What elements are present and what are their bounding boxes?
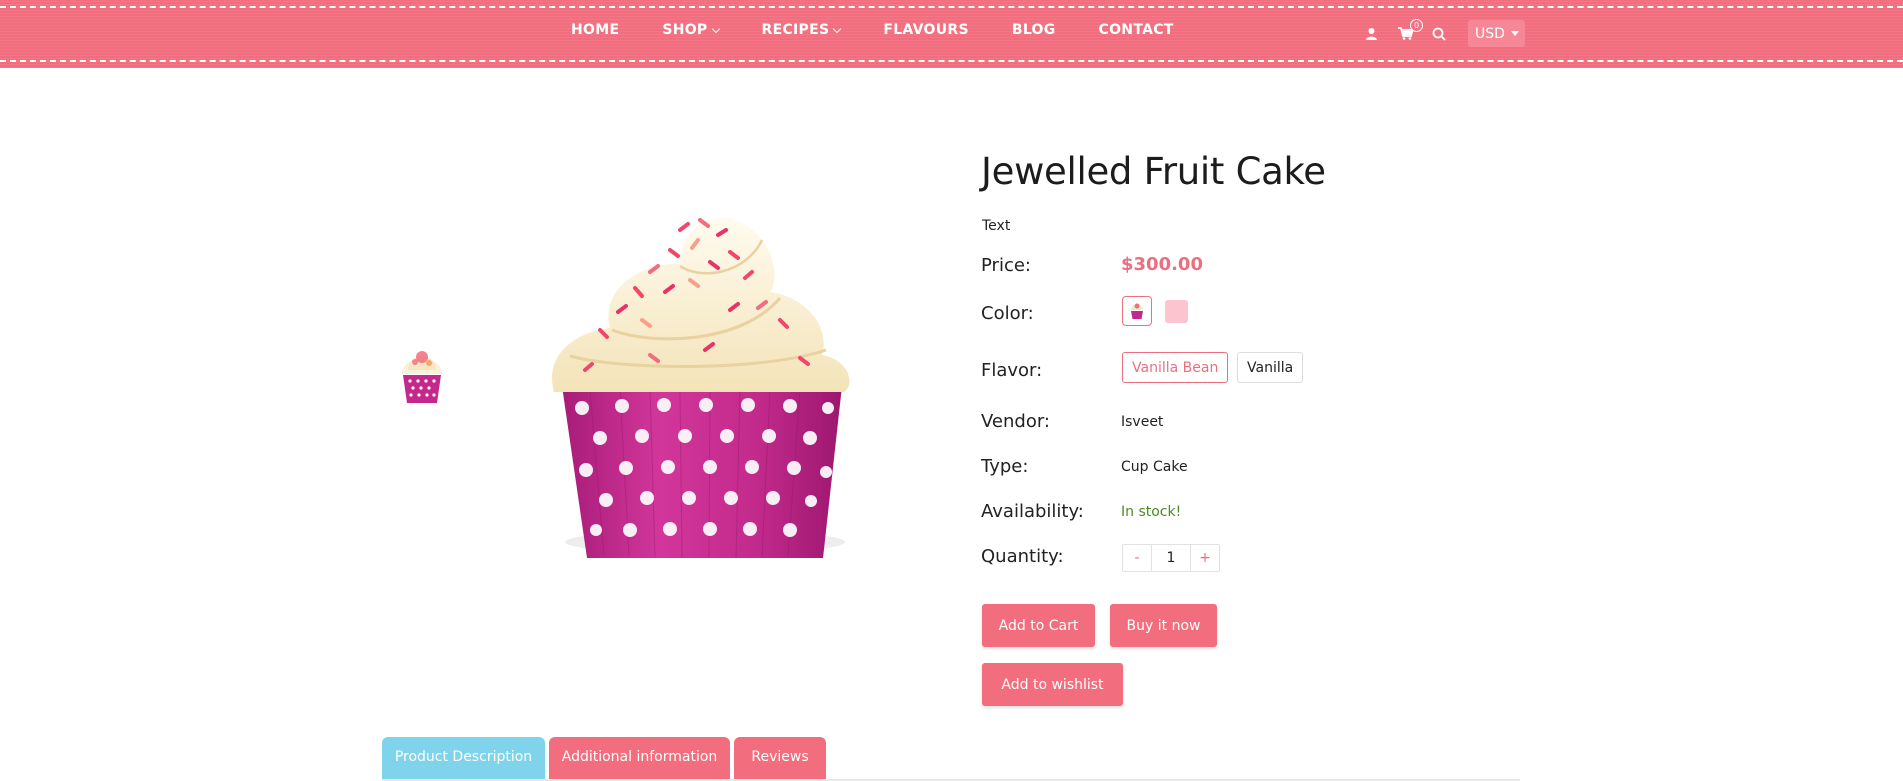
nav-shop[interactable]: SHOP: [662, 22, 720, 38]
top-header: HOME SHOP RECIPES FLAVOURS BLOG CONTACT …: [0, 0, 1903, 68]
nav-recipes-label: RECIPES: [761, 22, 830, 38]
tab-reviews[interactable]: Reviews: [734, 737, 826, 781]
nav-flavours-label: FLAVOURS: [883, 22, 969, 38]
quantity-input[interactable]: 1: [1151, 545, 1191, 571]
nav-contact-label: CONTACT: [1098, 22, 1174, 38]
availability-status: In stock!: [1121, 504, 1182, 520]
cart-count-badge: 0: [1410, 18, 1423, 32]
price-label: Price:: [981, 255, 1031, 276]
color-label: Color:: [981, 303, 1034, 324]
flavor-option-vanilla-bean[interactable]: Vanilla Bean: [1122, 352, 1229, 383]
header-stitch-top: [0, 6, 1903, 8]
chevron-down-icon: [833, 24, 842, 34]
color-swatch-pink[interactable]: [1165, 300, 1188, 323]
flavor-option-vanilla[interactable]: Vanilla: [1237, 352, 1304, 383]
quantity-stepper: - 1 +: [1122, 544, 1220, 572]
nav-shop-label: SHOP: [662, 22, 708, 38]
add-to-wishlist-button[interactable]: Add to wishlist: [982, 663, 1123, 706]
chevron-down-icon: [711, 24, 720, 34]
nav-blog-label: BLOG: [1011, 22, 1056, 38]
type-label: Type:: [981, 456, 1029, 477]
nav-blog[interactable]: BLOG: [1012, 22, 1056, 38]
quantity-label: Quantity:: [981, 546, 1064, 567]
currency-select[interactable]: USD: [1468, 20, 1525, 47]
quantity-increase-button[interactable]: +: [1191, 545, 1219, 571]
quantity-decrease-button[interactable]: -: [1123, 545, 1151, 571]
product-thumbnail[interactable]: [396, 348, 448, 406]
nav-recipes[interactable]: RECIPES: [761, 22, 842, 38]
nav-home-label: HOME: [571, 22, 620, 38]
flavor-label: Flavor:: [981, 360, 1043, 381]
search-icon[interactable]: [1430, 25, 1448, 43]
product-subtext: Text: [982, 218, 1011, 234]
nav-contact[interactable]: CONTACT: [1099, 22, 1174, 38]
product-title: Jewelled Fruit Cake: [981, 150, 1326, 193]
header-tools: 0 USD: [1362, 18, 1525, 47]
vendor-label: Vendor:: [981, 411, 1050, 432]
caret-down-icon: [1510, 31, 1519, 36]
vendor-value: Isveet: [1121, 414, 1164, 430]
availability-label: Availability:: [981, 501, 1084, 522]
currency-value: USD: [1475, 25, 1505, 42]
product-main-image[interactable]: [530, 180, 870, 570]
main-nav: HOME SHOP RECIPES FLAVOURS BLOG CONTACT: [571, 22, 1217, 38]
tab-product-description[interactable]: Product Description: [382, 737, 545, 781]
buy-now-button[interactable]: Buy it now: [1110, 604, 1217, 647]
user-icon[interactable]: [1362, 25, 1380, 43]
add-to-cart-button[interactable]: Add to Cart: [982, 604, 1095, 647]
color-swatch-cupcake[interactable]: [1122, 296, 1152, 326]
nav-home[interactable]: HOME: [571, 22, 619, 38]
cart-icon[interactable]: 0: [1396, 18, 1423, 43]
nav-flavours[interactable]: FLAVOURS: [883, 22, 969, 38]
header-stitch-bottom: [0, 60, 1903, 62]
type-value: Cup Cake: [1121, 459, 1188, 475]
tab-additional-information[interactable]: Additional information: [549, 737, 730, 781]
product-price: $300.00: [1121, 254, 1203, 275]
